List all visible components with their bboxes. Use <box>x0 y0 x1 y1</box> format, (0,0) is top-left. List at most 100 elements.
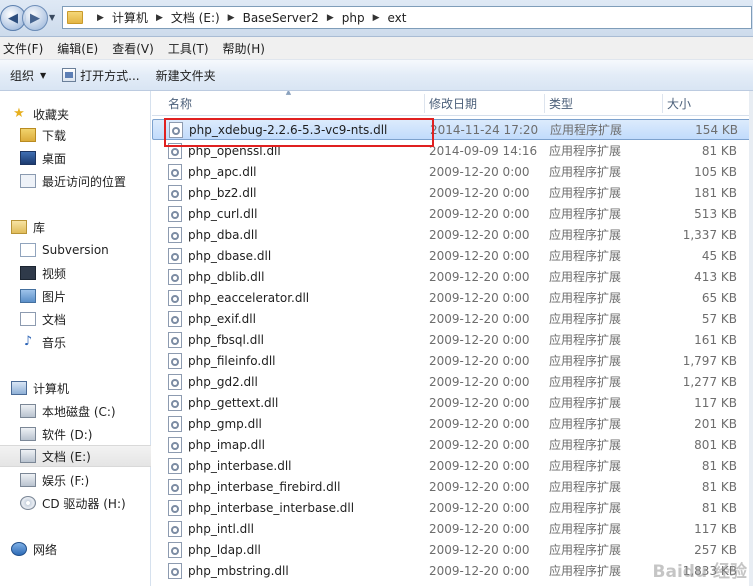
menu-edit[interactable]: 编辑(E) <box>54 40 106 57</box>
file-row[interactable]: php_curl.dll 2009-12-20 0:00 应用程序扩展 513 KB <box>152 203 753 224</box>
file-row[interactable]: php_fileinfo.dll 2009-12-20 0:00 应用程序扩展 1,7… <box>152 350 753 371</box>
breadcrumb-php[interactable]: php <box>342 11 365 25</box>
file-row[interactable]: php_apc.dll 2009-12-20 0:00 应用程序扩展 105 KB <box>152 161 753 182</box>
nav-downloads[interactable]: 下载 <box>0 124 151 146</box>
menu-help[interactable]: 帮助(H) <box>220 40 273 57</box>
nav-drive-d[interactable]: 软件 (D:) <box>0 423 151 445</box>
file-type: 应用程序扩展 <box>549 270 622 284</box>
organize-label: 组织 <box>10 68 35 83</box>
file-row[interactable]: php_dbase.dll 2009-12-20 0:00 应用程序扩展 45 KB <box>152 245 753 266</box>
file-name-cell: php_mbstring.dll <box>152 562 425 579</box>
column-label: 修改日期 <box>429 97 478 111</box>
dll-file-icon <box>168 268 182 285</box>
nav-libraries[interactable]: 库 <box>0 216 151 238</box>
vertical-scrollbar[interactable] <box>749 91 753 586</box>
file-row[interactable]: php_dba.dll 2009-12-20 0:00 应用程序扩展 1,337 KB <box>152 224 753 245</box>
file-row[interactable]: php_dblib.dll 2009-12-20 0:00 应用程序扩展 413 KB <box>152 266 753 287</box>
column-date[interactable]: 修改日期 <box>425 91 545 116</box>
file-row[interactable]: php_bz2.dll 2009-12-20 0:00 应用程序扩展 181 KB <box>152 182 753 203</box>
file-date: 2009-12-20 0:00 <box>429 206 530 221</box>
file-row[interactable]: php_imap.dll 2009-12-20 0:00 应用程序扩展 801 KB <box>152 434 753 455</box>
nav-drive-e[interactable]: 文档 (E:) <box>0 445 151 467</box>
organize-button[interactable]: 组织 ▼ <box>2 64 54 86</box>
file-type: 应用程序扩展 <box>549 543 622 557</box>
nav-drive-h[interactable]: CD 驱动器 (H:) <box>0 492 151 514</box>
chevron-right-icon[interactable]: ▶ <box>228 13 235 23</box>
dll-file-icon <box>168 457 182 474</box>
nav-subversion[interactable]: Subversion <box>0 239 151 261</box>
file-row[interactable]: php_xdebug-2.2.6-5.3-vc9-nts.dll 2014-11-… <box>152 119 753 140</box>
nav-label: 本地磁盘 (C:) <box>42 404 116 419</box>
file-row[interactable]: php_gd2.dll 2009-12-20 0:00 应用程序扩展 1,277 KB <box>152 371 753 392</box>
dll-file-icon <box>168 499 182 516</box>
column-name[interactable]: ▲ 名称 <box>152 91 425 116</box>
menu-tools[interactable]: 工具(T) <box>165 40 217 57</box>
file-date: 2009-12-20 0:00 <box>429 395 530 410</box>
menu-file[interactable]: 文件(F) <box>0 40 51 57</box>
dll-file-icon <box>168 289 182 306</box>
nav-label: 下载 <box>42 128 67 143</box>
nav-network[interactable]: 网络 <box>0 538 151 560</box>
breadcrumb-ext[interactable]: ext <box>388 11 407 25</box>
file-row[interactable]: php_fbsql.dll 2009-12-20 0:00 应用程序扩展 161 KB <box>152 329 753 350</box>
breadcrumb-baseserver2[interactable]: BaseServer2 <box>243 11 319 25</box>
new-folder-button[interactable]: 新建文件夹 <box>148 64 224 86</box>
file-row[interactable]: php_eaccelerator.dll 2009-12-20 0:00 应用程序扩… <box>152 287 753 308</box>
file-size: 81 KB <box>701 479 737 494</box>
nav-pictures[interactable]: 图片 <box>0 285 151 307</box>
column-size[interactable]: 大小 <box>663 91 753 116</box>
file-type: 应用程序扩展 <box>549 333 622 347</box>
nav-videos[interactable]: 视频 <box>0 262 151 284</box>
file-row[interactable]: php_exif.dll 2009-12-20 0:00 应用程序扩展 57 KB <box>152 308 753 329</box>
nav-label: 桌面 <box>42 151 67 166</box>
file-name: php_openssl.dll <box>188 143 281 158</box>
nav-computer[interactable]: 计算机 <box>0 377 151 399</box>
menu-view[interactable]: 查看(V) <box>109 40 162 57</box>
file-size: 65 KB <box>701 290 737 305</box>
chevron-right-icon[interactable]: ▶ <box>97 13 104 23</box>
nav-favorites[interactable]: ★ 收藏夹 <box>0 103 151 125</box>
nav-desktop[interactable]: 桌面 <box>0 147 151 169</box>
chevron-right-icon[interactable]: ▶ <box>156 13 163 23</box>
nav-recent[interactable]: 最近访问的位置 <box>0 170 151 192</box>
breadcrumb-drive-e[interactable]: 文档 (E:) <box>171 9 220 26</box>
address-bar[interactable]: ▶ 计算机 ▶ 文档 (E:) ▶ BaseServer2 ▶ php ▶ ex… <box>62 6 752 29</box>
forward-button[interactable]: ▶ <box>22 5 48 31</box>
file-size: 154 KB <box>695 122 738 137</box>
nav-label: 收藏夹 <box>33 107 70 122</box>
dll-file-icon <box>168 310 182 327</box>
file-date: 2009-12-20 0:00 <box>429 374 530 389</box>
file-name-cell: php_ldap.dll <box>152 541 425 558</box>
nav-drive-f[interactable]: 娱乐 (F:) <box>0 469 151 491</box>
nav-label: 软件 (D:) <box>42 427 93 442</box>
file-row[interactable]: php_interbase_interbase.dll 2009-12-20 0:… <box>152 497 753 518</box>
file-size: 81 KB <box>701 500 737 515</box>
chevron-right-icon[interactable]: ▶ <box>327 13 334 23</box>
file-row[interactable]: php_gmp.dll 2009-12-20 0:00 应用程序扩展 201 KB <box>152 413 753 434</box>
recent-pages-dropdown[interactable]: ▼ <box>49 13 57 22</box>
breadcrumb-computer[interactable]: 计算机 <box>112 9 148 26</box>
file-row[interactable]: php_gettext.dll 2009-12-20 0:00 应用程序扩展 117 … <box>152 392 753 413</box>
file-row[interactable]: php_interbase.dll 2009-12-20 0:00 应用程序扩展 81… <box>152 455 753 476</box>
file-type: 应用程序扩展 <box>549 396 622 410</box>
nav-label: 视频 <box>42 266 67 281</box>
column-type[interactable]: 类型 <box>545 91 663 116</box>
file-row[interactable]: php_openssl.dll 2014-09-09 14:16 应用程序扩展 81 … <box>152 140 753 161</box>
documents-icon <box>20 312 36 326</box>
file-row[interactable]: php_intl.dll 2009-12-20 0:00 应用程序扩展 117 KB <box>152 518 753 539</box>
file-name: php_curl.dll <box>188 206 258 221</box>
file-name: php_gd2.dll <box>188 374 258 389</box>
open-with-button[interactable]: 打开方式... <box>54 64 147 86</box>
nav-documents[interactable]: 文档 <box>0 308 151 330</box>
chevron-right-icon[interactable]: ▶ <box>373 13 380 23</box>
file-date: 2009-12-20 0:00 <box>429 269 530 284</box>
file-type: 应用程序扩展 <box>549 459 622 473</box>
dll-file-icon <box>168 352 182 369</box>
file-type: 应用程序扩展 <box>549 564 622 578</box>
nav-label: 网络 <box>33 542 58 557</box>
nav-drive-c[interactable]: 本地磁盘 (C:) <box>0 400 151 422</box>
nav-music[interactable]: ♪ 音乐 <box>0 331 151 353</box>
file-row[interactable]: php_interbase_firebird.dll 2009-12-20 0:0… <box>152 476 753 497</box>
file-name-cell: php_fbsql.dll <box>152 331 425 348</box>
column-header: ▲ 名称 修改日期 类型 大小 <box>152 91 753 116</box>
